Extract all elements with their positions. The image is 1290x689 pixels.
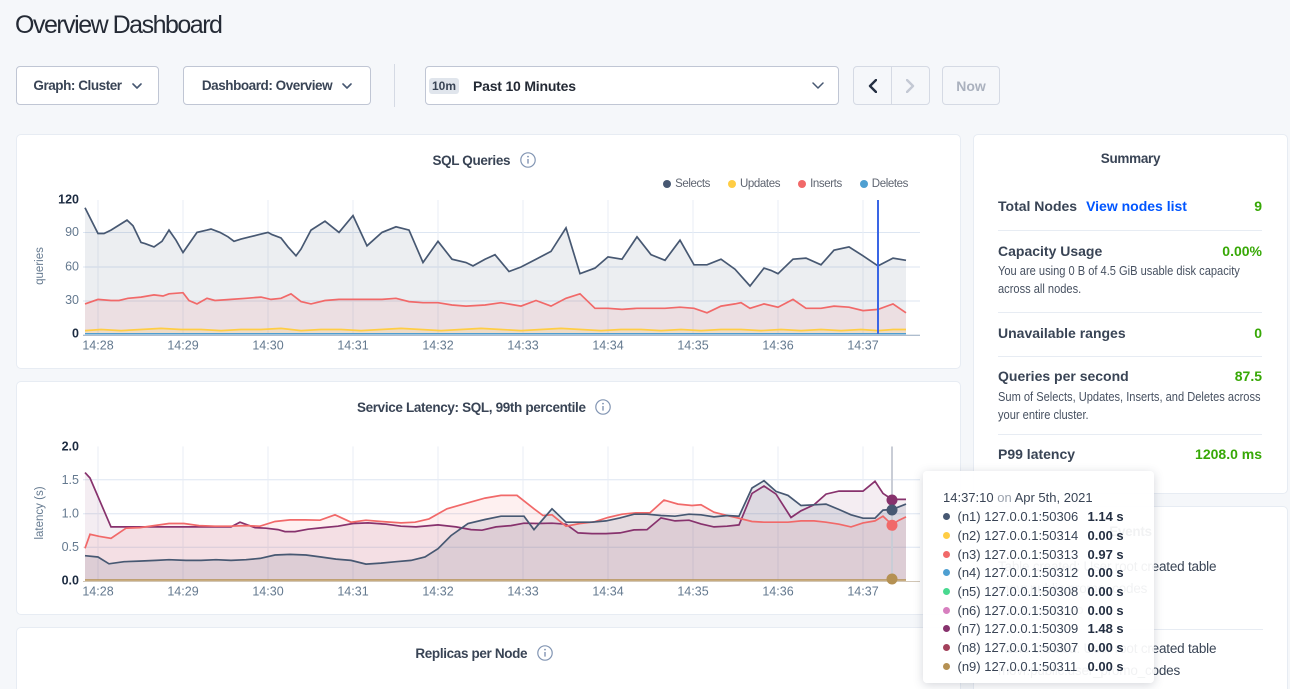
svg-text:14:34: 14:34 xyxy=(592,585,623,599)
svg-text:14:31: 14:31 xyxy=(337,585,368,599)
svg-text:14:35: 14:35 xyxy=(677,339,708,353)
svg-text:14:36: 14:36 xyxy=(762,585,793,599)
svg-text:queries: queries xyxy=(34,247,46,285)
svg-text:60: 60 xyxy=(65,260,79,274)
svg-text:14:28: 14:28 xyxy=(82,585,113,599)
svg-text:1.0: 1.0 xyxy=(62,506,79,520)
svg-text:14:32: 14:32 xyxy=(422,339,453,353)
svg-text:14:34: 14:34 xyxy=(592,339,623,353)
svg-text:14:37: 14:37 xyxy=(847,585,878,599)
svg-text:latency (s): latency (s) xyxy=(34,486,46,539)
svg-text:14:37: 14:37 xyxy=(847,339,878,353)
svg-text:14:33: 14:33 xyxy=(507,585,538,599)
svg-text:14:29: 14:29 xyxy=(167,339,198,353)
svg-text:2.0: 2.0 xyxy=(62,440,79,454)
svg-text:0: 0 xyxy=(72,327,79,341)
svg-text:14:36: 14:36 xyxy=(762,339,793,353)
svg-text:14:29: 14:29 xyxy=(167,585,198,599)
svg-text:14:35: 14:35 xyxy=(677,585,708,599)
svg-text:14:30: 14:30 xyxy=(252,339,283,353)
svg-text:90: 90 xyxy=(65,225,79,239)
svg-text:30: 30 xyxy=(65,293,79,307)
svg-text:14:32: 14:32 xyxy=(422,585,453,599)
svg-text:14:31: 14:31 xyxy=(337,339,368,353)
svg-text:14:28: 14:28 xyxy=(82,339,113,353)
svg-text:14:30: 14:30 xyxy=(252,585,283,599)
svg-text:14:33: 14:33 xyxy=(507,339,538,353)
svg-text:0.5: 0.5 xyxy=(62,540,79,554)
svg-text:1.5: 1.5 xyxy=(62,473,79,487)
svg-text:120: 120 xyxy=(58,193,79,207)
svg-text:0.0: 0.0 xyxy=(62,573,79,587)
